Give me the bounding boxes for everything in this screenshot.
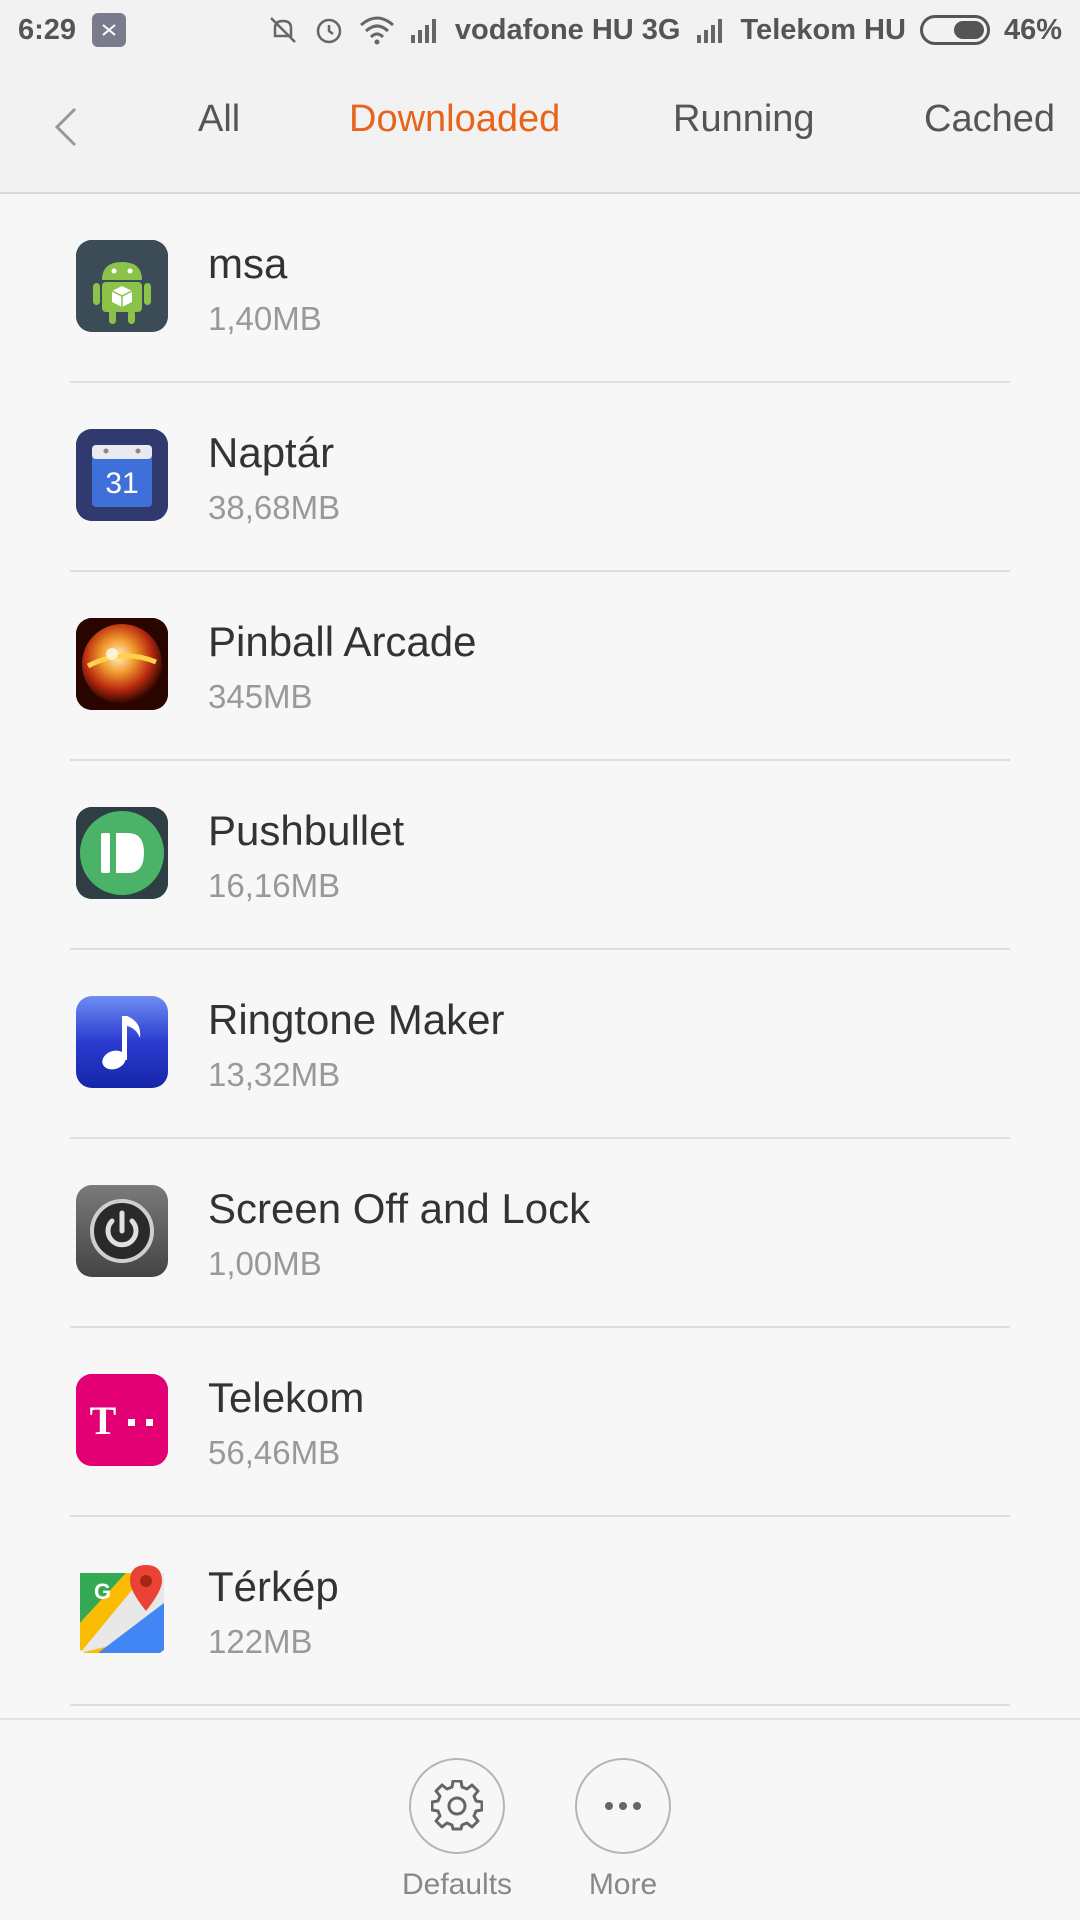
app-size: 16,16MB xyxy=(208,867,341,904)
more-button[interactable]: More xyxy=(563,1758,683,1902)
app-size: 345MB xyxy=(208,678,313,715)
music-note-icon xyxy=(76,996,168,1088)
alarm-icon xyxy=(313,14,345,46)
app-size: 13,32MB xyxy=(208,1056,341,1093)
more-circle[interactable] xyxy=(575,1758,671,1854)
list-item[interactable]: Ringtone Maker 13,32MB xyxy=(0,950,1080,1139)
app-name: Naptár xyxy=(208,429,335,476)
app-list: msa 1,40MB 31 Naptár 38,68MB Pinball Arc… xyxy=(0,194,1080,1706)
app-name: Telekom xyxy=(208,1374,365,1421)
maps-icon: G xyxy=(76,1563,168,1655)
list-item[interactable]: 31 Naptár 38,68MB xyxy=(0,383,1080,572)
wifi-icon xyxy=(359,15,395,45)
tab-bar: All Downloaded Running Cached xyxy=(0,60,1080,194)
android-box-icon xyxy=(76,240,168,332)
app-size: 122MB xyxy=(208,1623,313,1660)
calendar-day: 31 xyxy=(105,467,138,500)
app-size: 1,40MB xyxy=(208,300,322,337)
more-label: More xyxy=(588,1868,658,1901)
list-item[interactable]: Pushbullet 16,16MB xyxy=(0,761,1080,950)
app-size: 38,68MB xyxy=(208,489,341,526)
carrier-2: Telekom HU xyxy=(740,13,906,46)
battery-percent: 46% xyxy=(1003,13,1062,46)
tab-all[interactable]: All xyxy=(198,98,240,141)
app-name: Térkép xyxy=(208,1563,339,1610)
status-bar: 6:29 vodafone HU 3G Telekom HU 46% xyxy=(0,0,1080,60)
pushbullet-icon xyxy=(76,807,168,899)
gear-icon xyxy=(431,1780,483,1831)
app-name: Pinball Arcade xyxy=(208,618,477,665)
maps-letter: G xyxy=(94,1579,111,1604)
notification-app-icon xyxy=(92,13,127,47)
app-size: 56,46MB xyxy=(208,1434,341,1471)
back-button[interactable] xyxy=(46,102,86,152)
app-name: Screen Off and Lock xyxy=(208,1185,591,1232)
list-item[interactable]: msa 1,40MB xyxy=(0,194,1080,383)
app-name: msa xyxy=(208,240,288,287)
bottom-action-bar: Defaults More xyxy=(0,1718,1080,1920)
battery-icon xyxy=(919,15,990,45)
defaults-circle[interactable] xyxy=(409,1758,505,1854)
power-icon xyxy=(76,1185,168,1277)
defaults-label: Defaults xyxy=(401,1868,513,1901)
calendar-icon: 31 xyxy=(76,429,168,521)
signal-icon-2 xyxy=(695,17,727,43)
app-size: 1,00MB xyxy=(208,1245,322,1282)
app-name: Pushbullet xyxy=(208,807,405,854)
list-item[interactable]: Screen Off and Lock 1,00MB xyxy=(0,1139,1080,1328)
telekom-icon: T xyxy=(76,1374,168,1466)
defaults-button[interactable]: Defaults xyxy=(397,1758,517,1902)
tab-running[interactable]: Running xyxy=(673,98,815,141)
chevron-left-icon xyxy=(54,107,77,147)
tab-cached[interactable]: Cached xyxy=(924,98,1055,141)
silent-icon xyxy=(267,14,299,46)
list-item[interactable]: T Telekom 56,46MB xyxy=(0,1328,1080,1517)
list-item[interactable]: G Térkép 122MB xyxy=(0,1517,1080,1706)
divider xyxy=(70,1704,1010,1706)
signal-icon-1 xyxy=(409,17,441,43)
pinball-icon xyxy=(76,618,168,710)
telekom-letter: T xyxy=(90,1398,117,1443)
list-item[interactable]: Pinball Arcade 345MB xyxy=(0,572,1080,761)
app-name: Ringtone Maker xyxy=(208,996,505,1043)
more-dots-icon xyxy=(605,1802,641,1810)
carrier-1: vodafone HU 3G xyxy=(454,13,681,46)
status-time: 6:29 xyxy=(18,13,77,46)
tab-downloaded[interactable]: Downloaded xyxy=(349,98,560,141)
